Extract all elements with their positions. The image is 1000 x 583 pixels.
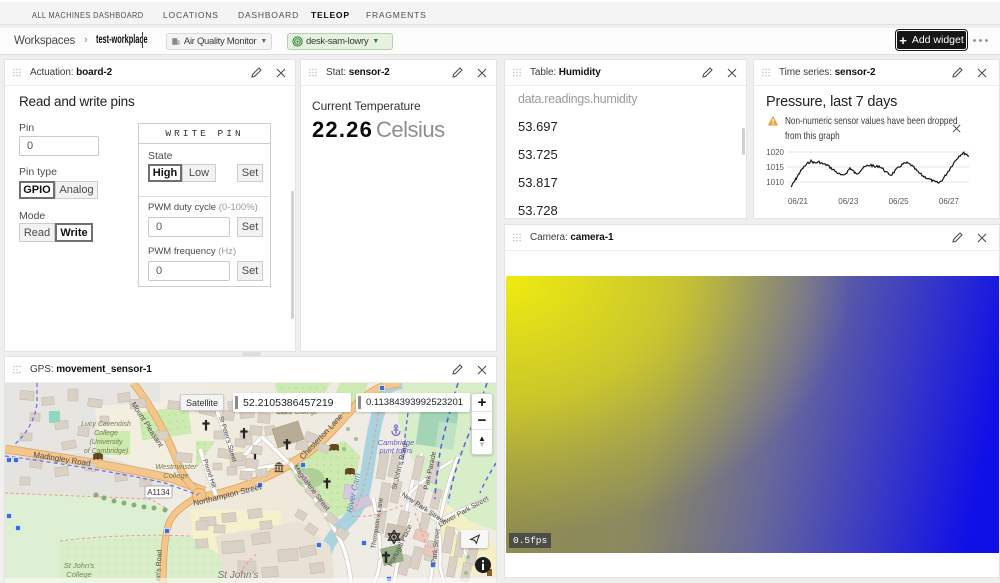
svg-text:06/27: 06/27 (939, 197, 960, 206)
svg-text:(University: (University (89, 439, 123, 446)
svg-text:punt tours: punt tours (378, 446, 413, 455)
svg-text:A1134: A1134 (147, 488, 170, 497)
svg-text:06/21: 06/21 (788, 197, 809, 206)
svg-text:Lucy Cavendish: Lucy Cavendish (81, 421, 131, 428)
svg-text:College: College (94, 430, 118, 437)
svg-text:1010: 1010 (766, 178, 784, 187)
svg-text:College: College (66, 570, 91, 579)
svg-text:1015: 1015 (766, 163, 784, 172)
svg-text:of Cambridge): of Cambridge) (84, 448, 128, 455)
svg-text:Westminster: Westminster (155, 462, 197, 471)
svg-text:06/25: 06/25 (889, 197, 910, 206)
svg-text:St John's: St John's (64, 561, 95, 570)
svg-text:1020: 1020 (766, 148, 784, 157)
svg-text:College: College (163, 471, 188, 480)
svg-text:06/23: 06/23 (838, 197, 859, 206)
